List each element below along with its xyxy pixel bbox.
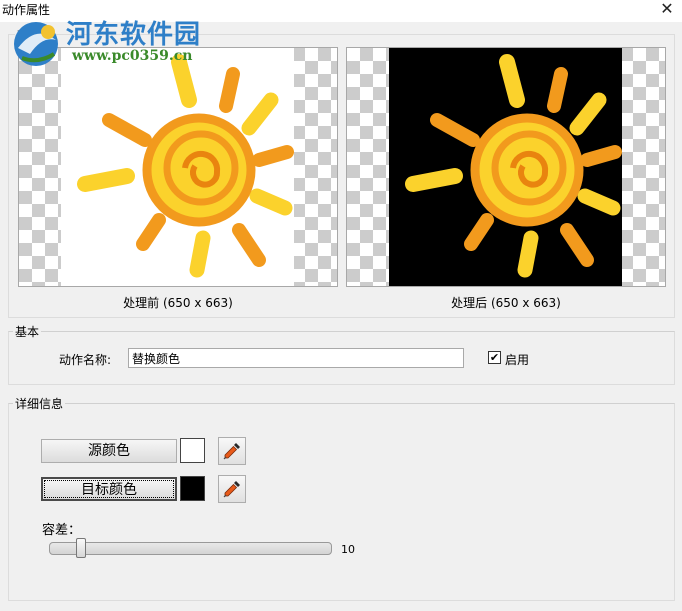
preview-legend: 预览 bbox=[15, 27, 44, 44]
enable-label: 启用 bbox=[505, 353, 530, 367]
title-bar: 动作属性 ✕ bbox=[0, 0, 682, 22]
close-icon[interactable]: ✕ bbox=[658, 0, 676, 18]
action-name-input[interactable] bbox=[128, 348, 464, 368]
action-name-label: 动作名称: bbox=[59, 353, 112, 367]
window-title: 动作属性 bbox=[2, 3, 51, 17]
tolerance-slider-thumb[interactable] bbox=[76, 538, 87, 558]
enable-checkbox[interactable]: ✔ bbox=[488, 351, 501, 364]
basic-legend: 基本 bbox=[13, 323, 42, 340]
source-color-swatch[interactable] bbox=[180, 438, 205, 463]
preview-before-frame bbox=[18, 47, 338, 287]
before-image bbox=[61, 48, 294, 286]
after-caption: 处理后 (650 x 663) bbox=[451, 296, 561, 310]
detail-legend: 详细信息 bbox=[13, 395, 66, 412]
tolerance-value: 10 bbox=[341, 543, 355, 556]
basic-group: 基本 动作名称: ✔ 启用 bbox=[8, 323, 675, 385]
tolerance-label: 容差： bbox=[42, 523, 82, 538]
tolerance-slider-track[interactable] bbox=[49, 542, 332, 555]
eyedropper-icon bbox=[223, 443, 240, 460]
sun-image-after bbox=[405, 54, 622, 278]
detail-group: 详细信息 源颜色 目标颜色 容差： 10 bbox=[8, 395, 675, 601]
preview-after-frame bbox=[346, 47, 666, 287]
sun-image-before bbox=[77, 54, 294, 278]
target-color-button[interactable]: 目标颜色 bbox=[41, 477, 177, 501]
target-color-swatch[interactable] bbox=[180, 476, 205, 501]
after-image bbox=[389, 48, 622, 286]
before-caption: 处理前 (650 x 663) bbox=[123, 296, 233, 310]
source-color-button[interactable]: 源颜色 bbox=[41, 439, 177, 463]
preview-group: 预览 处理前 (650 x 663) 处理后 (650 x 663) bbox=[8, 27, 675, 318]
source-picker-button[interactable] bbox=[218, 437, 246, 465]
eyedropper-icon bbox=[223, 481, 240, 498]
target-picker-button[interactable] bbox=[218, 475, 246, 503]
